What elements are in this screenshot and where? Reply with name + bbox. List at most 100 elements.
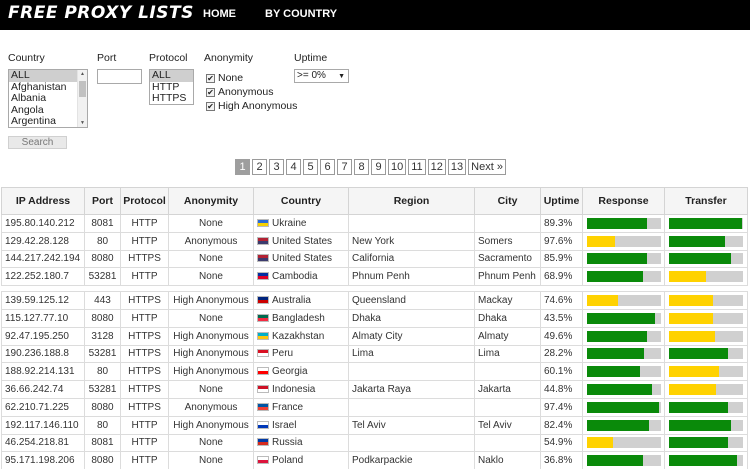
response-bar-fill (586, 217, 648, 229)
country-name: United States (272, 253, 333, 265)
country-name: Indonesia (272, 384, 316, 396)
col-header-country[interactable]: Country (253, 187, 349, 215)
response-cell (582, 249, 665, 269)
col-header-uptime[interactable]: Uptime (540, 187, 583, 215)
uptime-cell: 97.4% (540, 397, 583, 417)
search-button[interactable]: Search (8, 136, 67, 149)
city-cell: Phnum Penh (474, 267, 541, 287)
region-cell (348, 397, 475, 417)
protocol-cell: HTTP (120, 308, 169, 328)
country-option[interactable]: ALL (9, 70, 87, 82)
transfer-bar-fill (669, 348, 729, 360)
response-bar-fill (586, 419, 649, 431)
anonymity-cell: None (168, 267, 254, 287)
response-bar (586, 330, 661, 342)
scrollbar-thumb[interactable] (79, 81, 86, 97)
col-header-anonymity[interactable]: Anonymity (168, 187, 254, 215)
anonymity-cell: None (168, 308, 254, 328)
nav-home-link[interactable]: HOME (203, 8, 236, 20)
transfer-bar-fill (669, 437, 729, 449)
protocol-cell: HTTP (120, 451, 169, 469)
table-row: 122.252.180.7 53281 HTTP None Cambodia Phnum … (1, 267, 748, 287)
country-name: Georgia (272, 366, 308, 378)
country-option[interactable]: Argentina (9, 116, 87, 127)
country-listbox-scrollbar[interactable]: ▲ ▼ (77, 70, 87, 127)
country-name: Poland (272, 455, 304, 467)
col-header-port[interactable]: Port (84, 187, 121, 215)
country-name: Israel (272, 419, 297, 431)
city-cell: Tel Aviv (474, 415, 541, 435)
response-bar (586, 295, 661, 307)
transfer-bar-fill (669, 253, 732, 265)
city-cell (474, 362, 541, 382)
page-link[interactable]: 4 (286, 159, 301, 175)
port-cell: 8081 (84, 433, 121, 453)
page-link[interactable]: 10 (388, 159, 407, 175)
page-link[interactable]: 12 (427, 159, 446, 175)
country-cell: Georgia (253, 362, 349, 382)
response-cell (582, 291, 665, 310)
region-cell (348, 362, 475, 382)
transfer-bar (669, 384, 743, 396)
page-link[interactable]: 6 (320, 159, 335, 175)
checkmark-icon[interactable]: ✔ (206, 73, 215, 83)
nav-by-country-link[interactable]: BY COUNTRY (265, 8, 337, 20)
page-link[interactable]: 1 (235, 159, 250, 175)
response-bar (586, 419, 661, 431)
col-header-city[interactable]: City (474, 187, 541, 215)
page-link[interactable]: 3 (269, 159, 284, 175)
country-flag-icon (257, 218, 269, 227)
page-link[interactable]: 2 (252, 159, 267, 175)
col-header-ip[interactable]: IP Address (1, 187, 85, 215)
table-row: 188.92.214.131 80 HTTPS High Anonymous Georg… (1, 362, 748, 382)
anonymity-anonymous-checkbox[interactable]: ✔ Anonymous (206, 86, 273, 98)
transfer-bar (669, 330, 743, 342)
scroll-down-icon[interactable]: ▼ (80, 120, 85, 126)
country-flag-icon (257, 438, 269, 447)
uptime-select[interactable]: >= 0% ▼ (294, 69, 349, 83)
transfer-bar-fill (669, 419, 732, 431)
country-listbox[interactable]: ALL Afghanistan Albania Angola Argentina… (8, 69, 88, 128)
page-link[interactable]: 11 (408, 159, 426, 175)
col-header-protocol[interactable]: Protocol (120, 187, 169, 215)
page-link[interactable]: 5 (303, 159, 318, 175)
checkmark-icon[interactable]: ✔ (206, 101, 215, 111)
next-page-link[interactable]: Next » (468, 159, 506, 175)
transfer-bar (669, 348, 743, 360)
port-input[interactable] (97, 69, 142, 84)
col-header-transfer[interactable]: Transfer (664, 187, 748, 215)
scroll-up-icon[interactable]: ▲ (80, 71, 85, 77)
country-flag-icon (257, 331, 269, 340)
ip-address-cell: 122.252.180.7 (1, 267, 85, 287)
protocol-cell: HTTP (120, 433, 169, 453)
col-header-region[interactable]: Region (348, 187, 475, 215)
port-cell: 80 (84, 362, 121, 382)
port-cell: 8081 (84, 214, 121, 233)
city-cell (474, 433, 541, 453)
protocol-option[interactable]: HTTPS (150, 93, 193, 104)
response-bar-fill (586, 401, 660, 413)
page-link[interactable]: 9 (371, 159, 386, 175)
page-link[interactable]: 8 (354, 159, 369, 175)
ip-address-cell: 192.117.146.110 (1, 415, 85, 435)
transfer-cell (664, 397, 748, 417)
anonymity-cell: High Anonymous (168, 326, 254, 346)
ip-address-cell: 46.254.218.81 (1, 433, 85, 453)
anonymity-none-checkbox[interactable]: ✔ None (206, 72, 243, 84)
transfer-bar-fill (669, 330, 715, 342)
port-cell: 53281 (84, 380, 121, 399)
uptime-filter-label: Uptime (294, 52, 328, 64)
col-header-response[interactable]: Response (582, 187, 665, 215)
protocol-listbox[interactable]: ALL HTTP HTTPS (149, 69, 194, 105)
checkmark-icon[interactable]: ✔ (206, 87, 215, 97)
site-logo[interactable]: FREE PROXY LISTS (8, 3, 194, 23)
protocol-cell: HTTP (120, 415, 169, 435)
protocol-option[interactable]: ALL (150, 70, 193, 82)
anonymity-high-checkbox[interactable]: ✔ High Anonymous (206, 100, 297, 112)
region-cell: Queensland (348, 291, 475, 310)
country-cell: Israel (253, 415, 349, 435)
page-link[interactable]: 7 (337, 159, 352, 175)
page-link[interactable]: 13 (447, 159, 467, 175)
transfer-bar-fill (669, 271, 706, 283)
ip-address-cell: 36.66.242.74 (1, 380, 85, 399)
